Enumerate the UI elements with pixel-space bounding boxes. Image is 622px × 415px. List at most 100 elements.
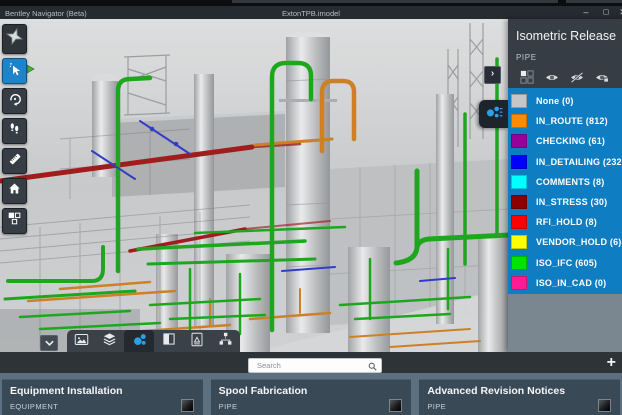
select-cursor-icon [7, 61, 23, 82]
show-eye-icon[interactable] [539, 69, 564, 85]
home-view-button[interactable] [2, 178, 27, 204]
card-thumbnail-box[interactable] [598, 399, 611, 412]
layers-icon [102, 332, 117, 351]
tab-section[interactable] [154, 330, 183, 353]
dashboard-card[interactable]: Advanced Revision Notices PIPE [419, 379, 620, 415]
toolbar-collapse-button[interactable] [40, 335, 58, 351]
card-title: Advanced Revision Notices [427, 385, 612, 397]
select-tool-button[interactable] [2, 58, 27, 84]
close-button[interactable]: ✕ [616, 7, 622, 18]
edge-highlight [232, 0, 558, 3]
card-subtitle: PIPE [427, 402, 612, 411]
tab-hierarchy[interactable] [211, 330, 240, 353]
saved-views-icon [74, 333, 89, 351]
panel-title: Isometric Release [516, 29, 616, 43]
legend-label: IN_ROUTE (812) [536, 116, 608, 126]
search-field-wrap [248, 355, 382, 370]
orbit-icon [7, 91, 23, 112]
orbit-tool-button[interactable] [2, 88, 27, 114]
legend-item[interactable]: IN_STRESS (30) [508, 192, 622, 212]
card-title: Spool Fabrication [219, 385, 404, 397]
bottom-tab-bar [67, 330, 240, 353]
viewports-button[interactable] [2, 208, 27, 234]
legend-item[interactable]: CHECKING (61) [508, 131, 622, 151]
hierarchy-tree-icon [218, 332, 233, 351]
legend-label: ISO_IFC (605) [536, 258, 597, 268]
markers-dots-icon [131, 332, 148, 352]
ruler-icon [7, 151, 23, 172]
card-thumbnail-box[interactable] [389, 399, 402, 412]
maximize-button[interactable]: ▢ [599, 7, 613, 18]
panel-subtitle: PIPE [516, 53, 537, 62]
app-window: Bentley Navigator (Beta) ExtonTPB.imodel… [0, 0, 622, 415]
card-title: Equipment Installation [10, 385, 195, 397]
legend-item[interactable]: IN_DETAILING (232) [508, 152, 622, 172]
dashboard-cards: Equipment Installation EQUIPMENT Spool F… [0, 373, 622, 415]
markers-dots-icon [485, 104, 503, 125]
legend-list: None (0) IN_ROUTE (812) CHECKING (61) IN… [508, 88, 622, 294]
dashboard-card[interactable]: Equipment Installation EQUIPMENT [2, 379, 203, 415]
select-all-grid-icon[interactable] [514, 69, 539, 85]
legend-color-swatch [511, 195, 527, 209]
search-input[interactable] [248, 358, 382, 373]
tab-saved-views[interactable] [67, 330, 96, 353]
minimize-button[interactable]: – [579, 7, 593, 18]
legend-item[interactable]: COMMENTS (8) [508, 172, 622, 192]
panel-empty-area [508, 294, 622, 352]
legend-color-swatch [511, 175, 527, 189]
legend-label: ISO_IN_CAD (0) [536, 278, 606, 288]
card-subtitle: EQUIPMENT [10, 402, 195, 411]
section-square-icon [162, 332, 176, 351]
markers-flyout-tab[interactable] [479, 100, 508, 128]
legend-label: IN_DETAILING (232) [536, 157, 622, 167]
tab-layers[interactable] [96, 330, 125, 353]
legend-color-swatch [511, 155, 527, 169]
legend-label: VENDOR_HOLD (6) [536, 237, 622, 247]
walk-tool-button[interactable] [2, 118, 27, 144]
footprints-icon [7, 121, 22, 141]
legend-item[interactable]: IN_ROUTE (812) [508, 111, 622, 131]
legend-color-swatch [511, 276, 527, 290]
legend-item[interactable]: RFI_HOLD (8) [508, 212, 622, 232]
dashboard-card[interactable]: Spool Fabrication PIPE [211, 379, 412, 415]
legend-label: RFI_HOLD (8) [536, 217, 597, 227]
isolate-eye-icon[interactable] [589, 69, 614, 85]
legend-label: CHECKING (61) [536, 136, 605, 146]
legend-color-swatch [511, 215, 527, 229]
measure-tool-button[interactable] [2, 148, 27, 174]
edge-highlight [566, 0, 622, 3]
hide-eye-icon[interactable] [564, 69, 589, 85]
legend-item[interactable]: ISO_IN_CAD (0) [508, 273, 622, 293]
bottom-search-bar: + [0, 352, 622, 373]
title-bar: Bentley Navigator (Beta) ExtonTPB.imodel… [0, 6, 622, 19]
panel-collapse-button[interactable]: › [484, 66, 501, 84]
home-icon [7, 181, 22, 201]
chevron-down-icon [44, 334, 55, 352]
app-title: Bentley Navigator (Beta) [5, 9, 87, 18]
panel-toolbar [514, 69, 618, 85]
tab-clash-review[interactable] [183, 330, 212, 353]
card-subtitle: PIPE [219, 402, 404, 411]
legend-item[interactable]: None (0) [508, 91, 622, 111]
isometric-release-panel: Isometric Release PIPE [508, 19, 622, 352]
legend-color-swatch [511, 94, 527, 108]
legend-label: COMMENTS (8) [536, 177, 604, 187]
legend-item[interactable]: VENDOR_HOLD (6) [508, 232, 622, 252]
legend-color-swatch [511, 114, 527, 128]
legend-label: None (0) [536, 96, 574, 106]
legend-color-swatch [511, 134, 527, 148]
view-navigation-button[interactable] [2, 24, 27, 54]
navigation-star-icon [5, 27, 24, 51]
clash-document-icon [190, 332, 204, 352]
3d-viewport[interactable] [0, 19, 510, 353]
tab-markers[interactable] [124, 330, 154, 353]
document-title: ExtonTPB.imodel [282, 9, 340, 18]
add-button[interactable]: + [607, 352, 616, 373]
windows-layout-icon [7, 211, 22, 231]
legend-color-swatch [511, 235, 527, 249]
legend-color-swatch [511, 256, 527, 270]
legend-label: IN_STRESS (30) [536, 197, 607, 207]
card-thumbnail-box[interactable] [181, 399, 194, 412]
legend-item[interactable]: ISO_IFC (605) [508, 253, 622, 273]
panel-header: Isometric Release PIPE [508, 19, 622, 88]
